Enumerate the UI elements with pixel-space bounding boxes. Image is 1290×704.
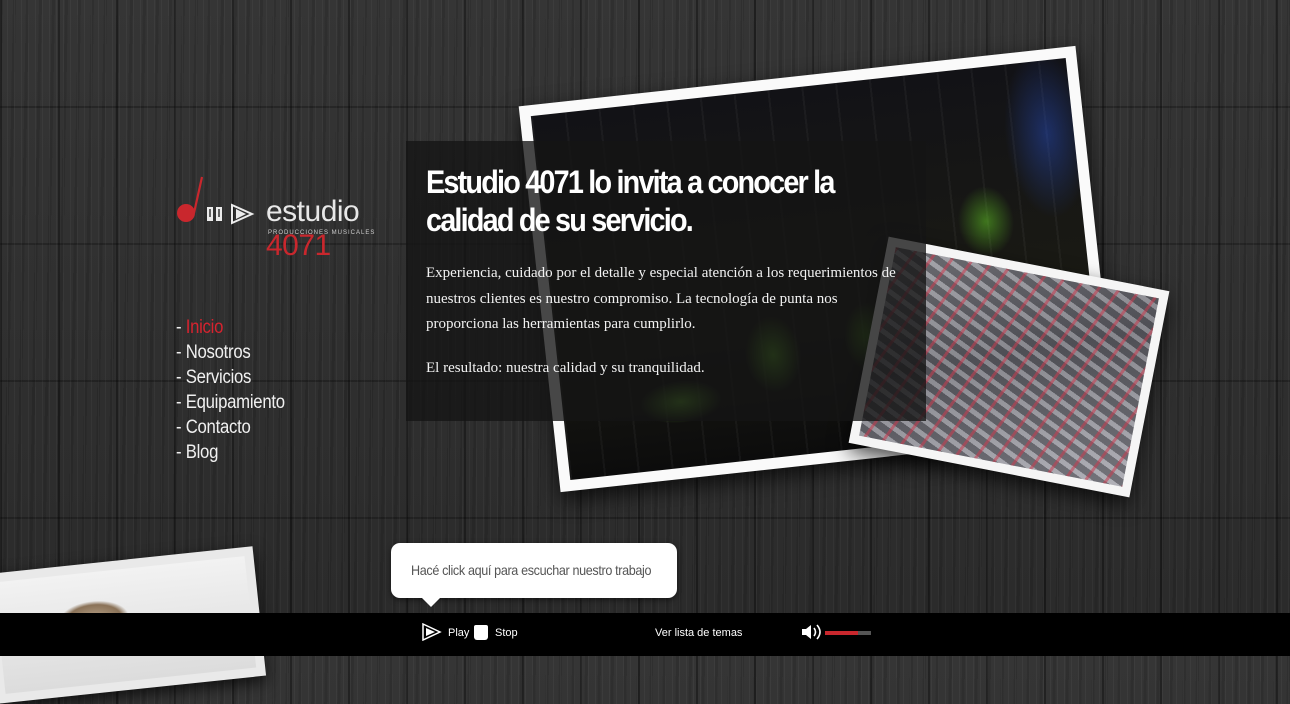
nav-item-nosotros[interactable]: - Nosotros bbox=[176, 340, 285, 365]
stop-icon bbox=[473, 623, 489, 644]
tooltip-text: Hacé click aquí para escuchar nuestro tr… bbox=[411, 562, 652, 578]
hero-paragraph: Experiencia, cuidado por el detalle y es… bbox=[426, 265, 896, 332]
site-logo[interactable]: estudio 4071 PRODUCCIONES MUSICALES bbox=[176, 175, 402, 262]
nav-item-servicios[interactable]: - Servicios bbox=[176, 365, 285, 390]
main-nav: - Inicio - Nosotros - Servicios - Equipa… bbox=[176, 315, 300, 465]
nav-item-inicio[interactable]: - Inicio bbox=[176, 315, 285, 340]
volume-slider[interactable] bbox=[825, 631, 871, 635]
volume-button[interactable] bbox=[800, 621, 828, 645]
hero-headline: Estudio 4071 lo invita a conocer la cali… bbox=[426, 164, 835, 238]
nav-item-contacto[interactable]: - Contacto bbox=[176, 415, 285, 440]
music-note-logo-icon bbox=[177, 176, 255, 225]
hero-panel: Estudio 4071 lo invita a conocer la cali… bbox=[406, 141, 926, 421]
nav-item-blog[interactable]: - Blog bbox=[176, 440, 285, 465]
nav-item-equipamiento[interactable]: - Equipamiento bbox=[176, 390, 285, 415]
stop-button[interactable]: Stop bbox=[473, 621, 518, 645]
logo-tagline: PRODUCCIONES MUSICALES bbox=[268, 230, 376, 236]
audio-player-bar: Play Stop Ver lista de temas bbox=[0, 613, 1290, 656]
hero-result-text: El resultado: nuestra calidad y su tranq… bbox=[426, 360, 705, 376]
volume-slider-fill bbox=[825, 631, 859, 635]
logo-wordmark: estudio 4071 bbox=[266, 195, 360, 262]
play-label: Play bbox=[448, 627, 470, 639]
play-icon bbox=[422, 622, 442, 644]
playlist-link[interactable]: Ver lista de temas bbox=[655, 621, 742, 645]
play-button[interactable]: Play bbox=[422, 621, 469, 645]
tooltip-arrow bbox=[422, 598, 440, 607]
speaker-icon bbox=[800, 623, 822, 644]
listen-tooltip[interactable]: Hacé click aquí para escuchar nuestro tr… bbox=[391, 543, 677, 607]
stop-label: Stop bbox=[495, 627, 518, 639]
